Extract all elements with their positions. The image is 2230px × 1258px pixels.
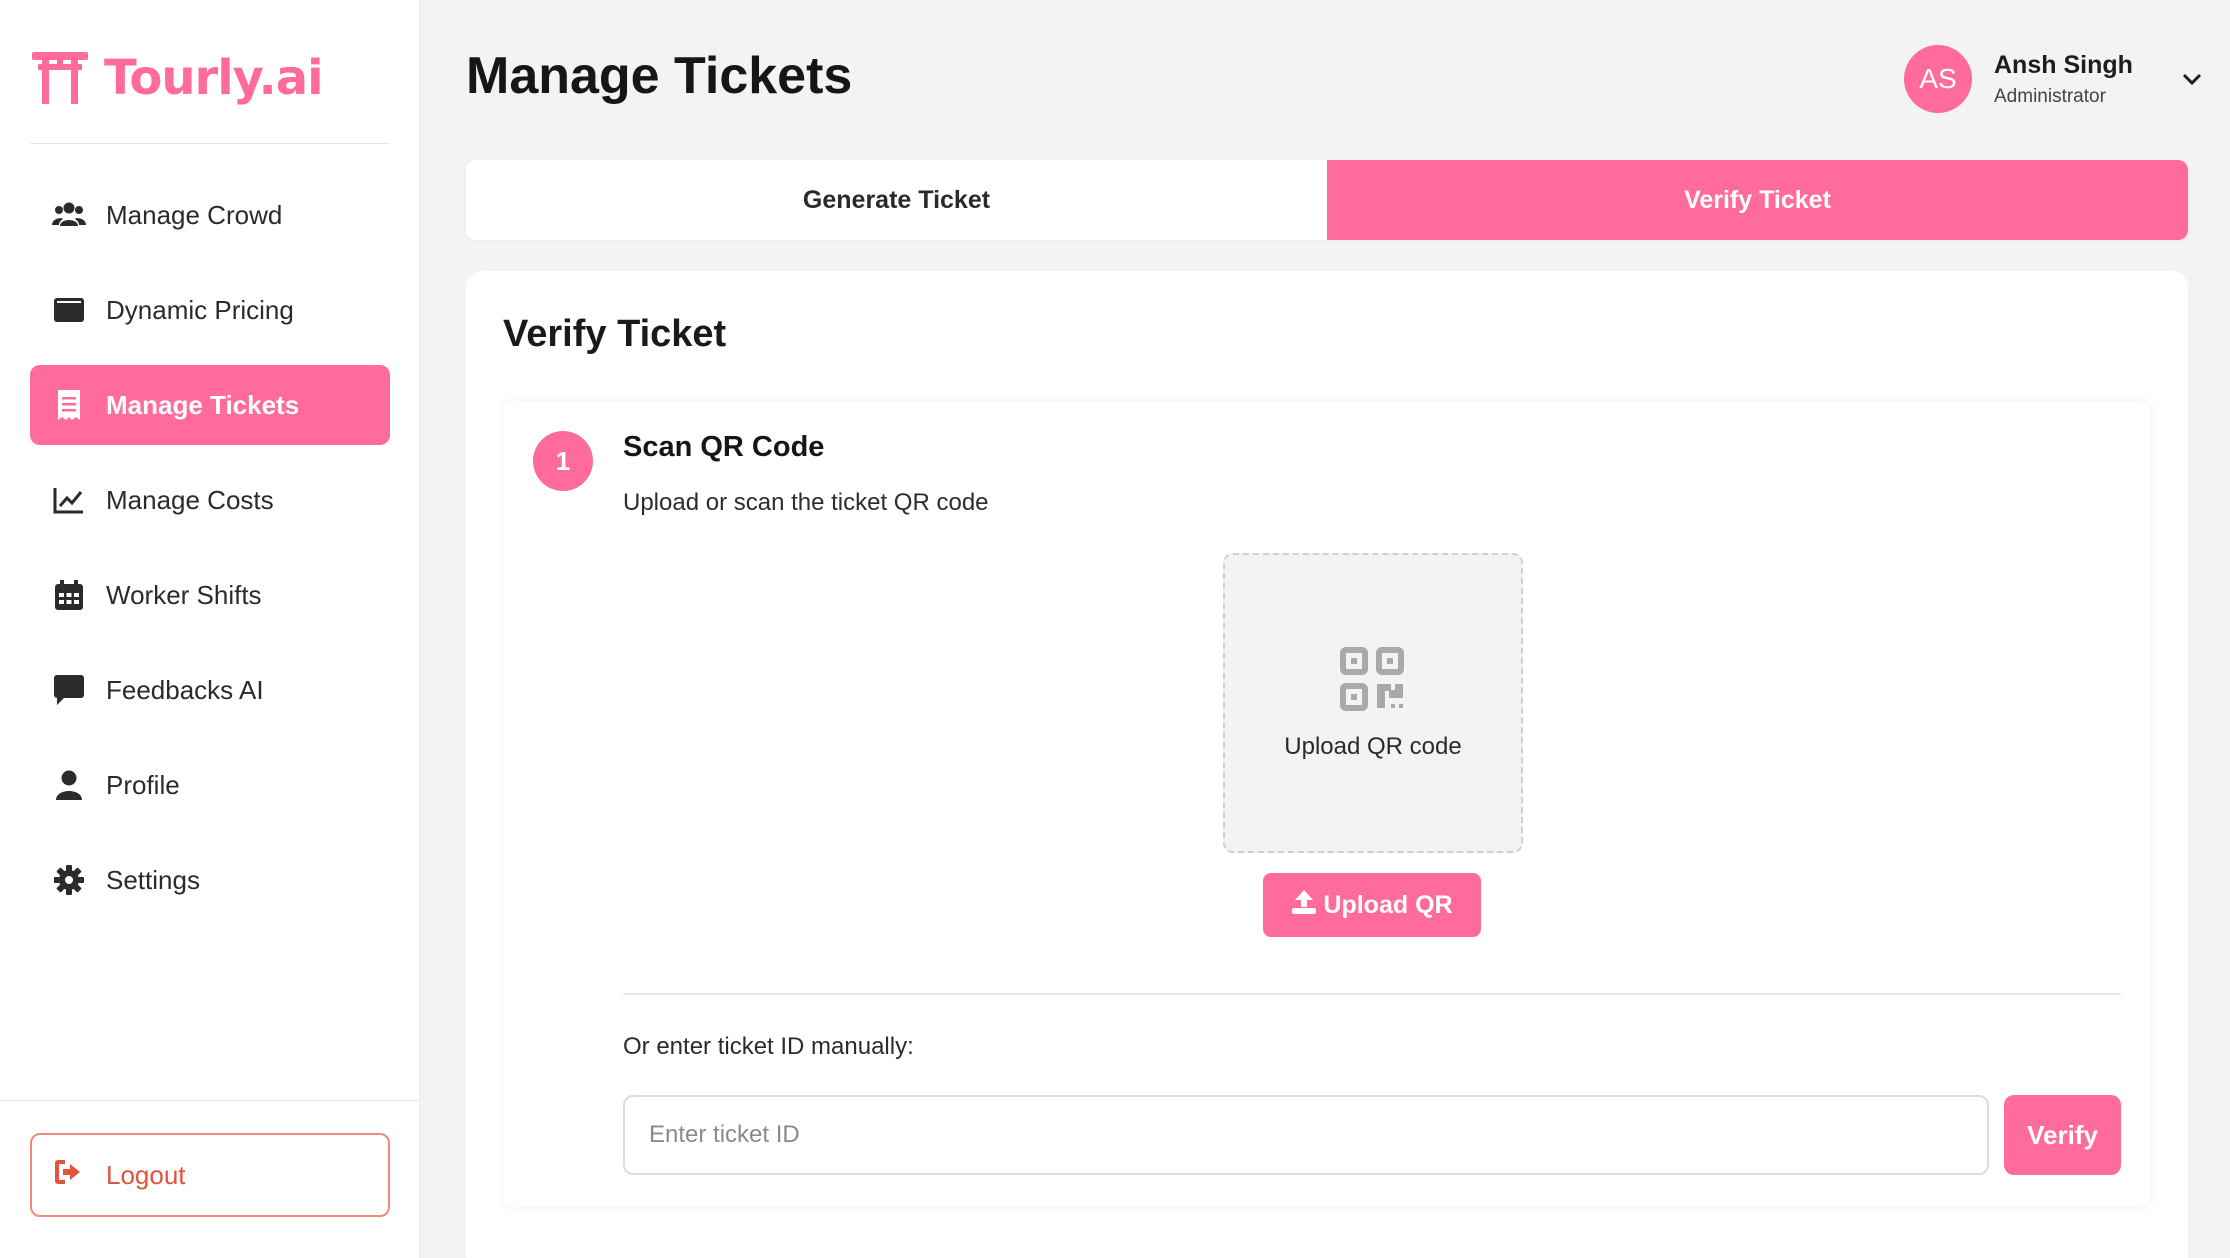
receipt-icon bbox=[52, 388, 86, 422]
sidebar-item-dynamic-pricing[interactable]: Dynamic Pricing bbox=[30, 270, 390, 350]
qr-upload-dropzone[interactable]: Upload QR code bbox=[1223, 553, 1523, 853]
torii-gate-icon bbox=[30, 46, 90, 111]
sidebar-item-feedbacks-ai[interactable]: Feedbacks AI bbox=[30, 650, 390, 730]
ticket-id-input[interactable] bbox=[623, 1095, 1989, 1175]
sidebar-nav: Manage Crowd Dynamic Pricing Manage Tick… bbox=[30, 175, 390, 935]
sign-out-icon bbox=[54, 1158, 86, 1193]
step-description: Upload or scan the ticket QR code bbox=[623, 489, 989, 516]
sidebar-item-label: Manage Crowd bbox=[106, 199, 283, 230]
sidebar-item-manage-tickets[interactable]: Manage Tickets bbox=[30, 365, 390, 445]
step-title: Scan QR Code bbox=[623, 431, 825, 463]
verify-ticket-card: Verify Ticket 1 Scan QR Code Upload or s… bbox=[466, 271, 2188, 1258]
user-menu[interactable]: AS Ansh Singh Administrator bbox=[1904, 44, 2207, 114]
sidebar-item-profile[interactable]: Profile bbox=[30, 745, 390, 825]
line-chart-icon bbox=[52, 483, 86, 517]
upload-button-label: Upload QR bbox=[1323, 890, 1453, 919]
page-title: Manage Tickets bbox=[466, 47, 853, 105]
comment-icon bbox=[52, 673, 86, 707]
users-icon bbox=[52, 198, 86, 232]
qrcode-icon bbox=[1339, 646, 1407, 719]
user-name: Ansh Singh bbox=[1994, 50, 2133, 79]
sidebar-item-settings[interactable]: Settings bbox=[30, 840, 390, 920]
gear-icon bbox=[52, 863, 86, 897]
sidebar-item-manage-crowd[interactable]: Manage Crowd bbox=[30, 175, 390, 255]
sidebar-item-label: Dynamic Pricing bbox=[106, 294, 294, 325]
sidebar-item-label: Feedbacks AI bbox=[106, 674, 264, 705]
logout-label: Logout bbox=[106, 1159, 186, 1190]
upload-qr-button[interactable]: Upload QR bbox=[1263, 873, 1481, 937]
sidebar-item-label: Manage Tickets bbox=[106, 389, 300, 420]
chevron-down-icon[interactable] bbox=[2177, 64, 2207, 94]
brand-name: Tourly.ai bbox=[104, 50, 324, 106]
brand-logo[interactable]: Tourly.ai bbox=[30, 46, 324, 111]
sidebar-item-label: Manage Costs bbox=[106, 484, 274, 515]
sidebar: Tourly.ai Manage Crowd Dynamic Pricing M… bbox=[0, 0, 420, 1258]
sidebar-item-label: Worker Shifts bbox=[106, 579, 262, 610]
calendar-icon bbox=[52, 578, 86, 612]
user-role: Administrator bbox=[1994, 85, 2106, 107]
user-meta: Ansh Singh Administrator bbox=[1994, 51, 2133, 108]
manual-entry-label: Or enter ticket ID manually: bbox=[623, 1033, 914, 1060]
tab-generate-ticket[interactable]: Generate Ticket bbox=[466, 160, 1327, 240]
sidebar-item-worker-shifts[interactable]: Worker Shifts bbox=[30, 555, 390, 635]
logout-button[interactable]: Logout bbox=[30, 1133, 390, 1217]
scan-qr-step: 1 Scan QR Code Upload or scan the ticket… bbox=[503, 401, 2151, 1207]
avatar[interactable]: AS bbox=[1904, 45, 1972, 113]
sidebar-item-label: Settings bbox=[106, 864, 200, 895]
sidebar-item-label: Profile bbox=[106, 769, 180, 800]
step-number-badge: 1 bbox=[533, 431, 593, 491]
sidebar-divider bbox=[0, 1100, 420, 1101]
dropzone-label: Upload QR code bbox=[1284, 732, 1462, 760]
wallet-icon bbox=[52, 293, 86, 327]
ticket-tabs: Generate Ticket Verify Ticket bbox=[466, 160, 2188, 240]
user-icon bbox=[52, 768, 86, 802]
verify-button[interactable]: Verify bbox=[2004, 1095, 2121, 1175]
sidebar-item-manage-costs[interactable]: Manage Costs bbox=[30, 460, 390, 540]
tab-verify-ticket[interactable]: Verify Ticket bbox=[1327, 160, 2188, 240]
card-title: Verify Ticket bbox=[503, 313, 727, 355]
section-divider bbox=[623, 993, 2121, 995]
sidebar-divider bbox=[30, 143, 390, 144]
upload-icon bbox=[1291, 889, 1317, 922]
